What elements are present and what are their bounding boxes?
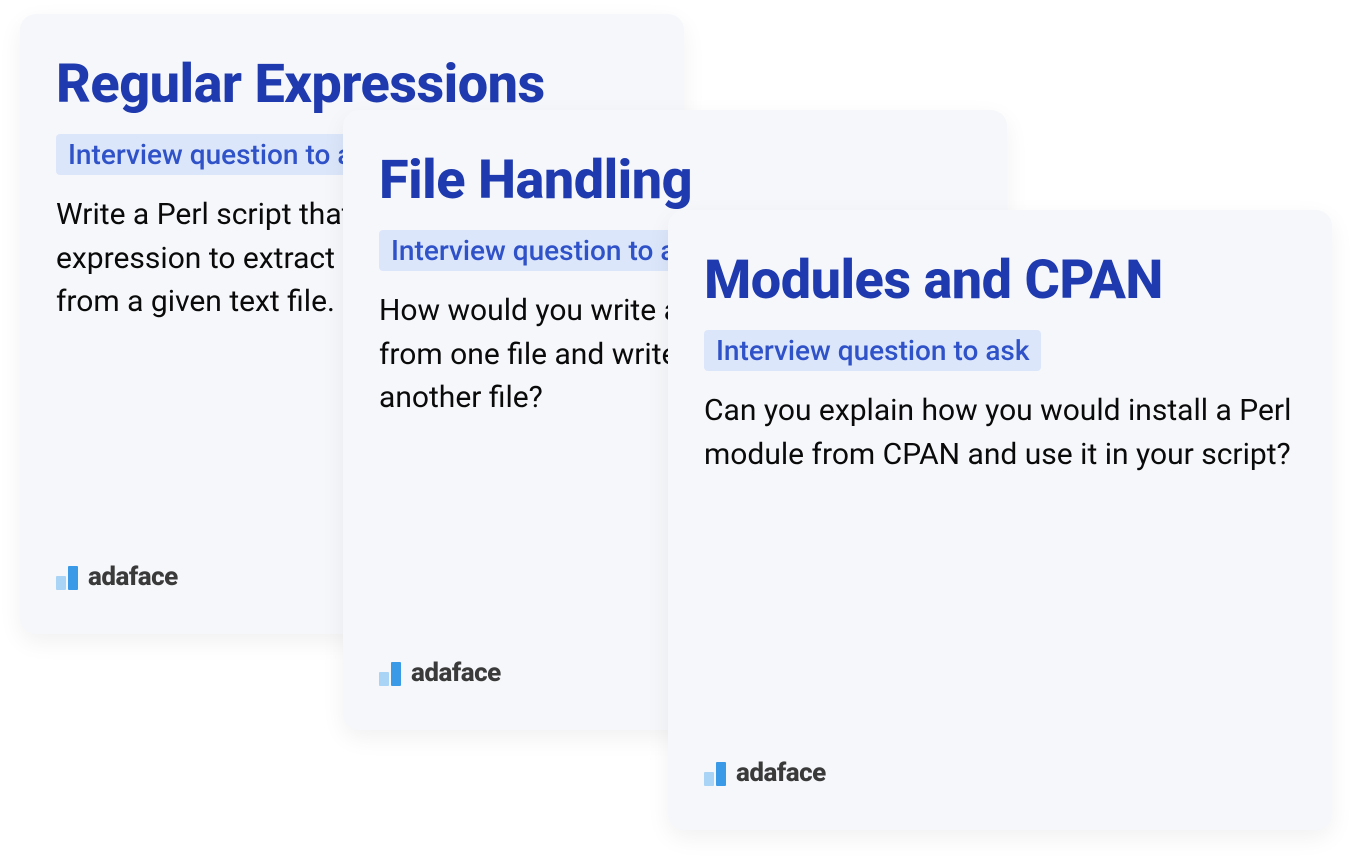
card-title: Regular Expressions	[56, 54, 648, 116]
brand: adaface	[704, 760, 826, 786]
interview-badge: Interview question to ask	[379, 230, 716, 271]
brand-text: adaface	[88, 564, 178, 590]
card-body: Can you explain how you would install a …	[704, 389, 1296, 476]
brand-bars-icon	[379, 662, 401, 686]
interview-badge: Interview question to ask	[704, 330, 1041, 371]
card-title: File Handling	[379, 150, 971, 212]
brand-text: adaface	[411, 660, 501, 686]
brand-text: adaface	[736, 760, 826, 786]
brand: adaface	[56, 564, 178, 590]
brand: adaface	[379, 660, 501, 686]
brand-bars-icon	[704, 762, 726, 786]
brand-bars-icon	[56, 566, 78, 590]
card-title: Modules and CPAN	[704, 250, 1296, 312]
question-card-3: Modules and CPAN Interview question to a…	[668, 210, 1332, 830]
